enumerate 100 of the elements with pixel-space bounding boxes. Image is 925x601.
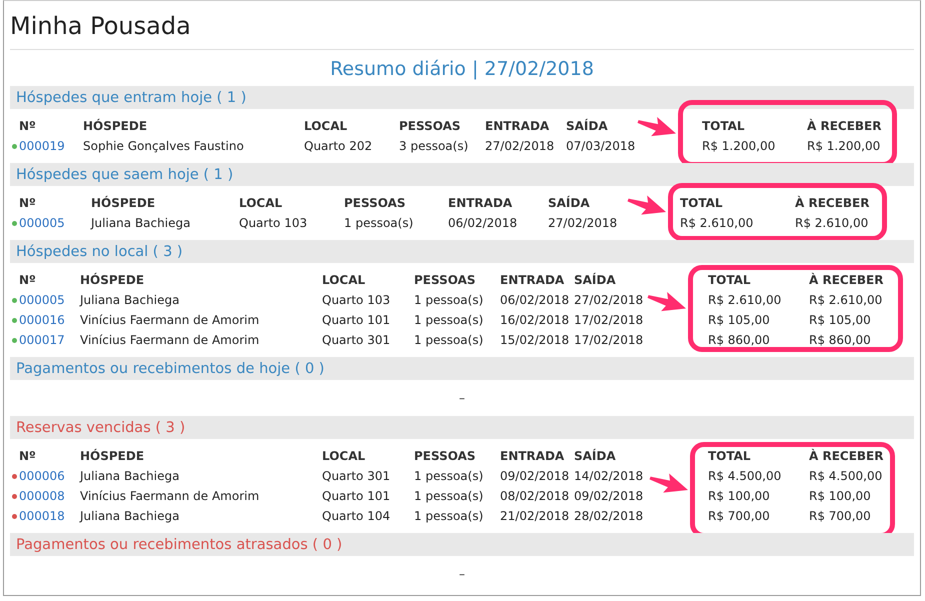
column-header: PESSOAS bbox=[414, 273, 476, 287]
section-title: Reservas vencidas ( 3 ) bbox=[16, 420, 186, 436]
table-cell: 1 pessoa(s) bbox=[414, 333, 484, 347]
column-header: ENTRADA bbox=[448, 196, 512, 210]
column-header: À RECEBER bbox=[809, 273, 884, 287]
arrow bbox=[628, 196, 666, 215]
column-header: TOTAL bbox=[708, 273, 751, 287]
summary-heading: Resumo diário | 27/02/2018 bbox=[329, 57, 595, 82]
column-header: TOTAL bbox=[702, 119, 745, 133]
booking-link[interactable]: 000016 bbox=[19, 310, 65, 330]
table-cell: Sophie Gonçalves Faustino bbox=[83, 139, 244, 153]
column-header: Nº bbox=[19, 449, 36, 463]
table-cell: Juliana Bachiega bbox=[91, 216, 190, 230]
column-header: LOCAL bbox=[322, 449, 366, 463]
column-header: PESSOAS bbox=[344, 196, 406, 210]
column-header: HÓSPEDE bbox=[91, 196, 156, 210]
column-header: ENTRADA bbox=[500, 273, 564, 287]
table-cell: 27/02/2018 bbox=[574, 293, 644, 307]
booking-link[interactable]: 000018 bbox=[19, 506, 65, 526]
booking-link[interactable]: 000005 bbox=[19, 213, 65, 233]
section-title: Hóspedes que entram hoje ( 1 ) bbox=[16, 90, 246, 106]
arrow bbox=[638, 117, 676, 136]
booking-link[interactable]: 000017 bbox=[19, 330, 65, 350]
booking-link[interactable]: 000008 bbox=[19, 486, 65, 506]
column-header: PESSOAS bbox=[399, 119, 461, 133]
column-header: LOCAL bbox=[304, 119, 348, 133]
table-cell: R$ 860,00 bbox=[708, 333, 770, 347]
column-header: ENTRADA bbox=[485, 119, 550, 133]
table-cell: 17/02/2018 bbox=[574, 333, 644, 347]
table-cell: R$ 1.200,00 bbox=[807, 139, 880, 153]
table-cell: 1 pessoa(s) bbox=[344, 216, 414, 230]
column-header: HÓSPEDE bbox=[83, 119, 148, 133]
table-cell: R$ 4.500,00 bbox=[809, 469, 882, 483]
table-cell: R$ 100,00 bbox=[809, 489, 871, 503]
table-cell: R$ 2.610,00 bbox=[680, 216, 754, 230]
table-cell: R$ 700,00 bbox=[809, 509, 871, 523]
column-header: SAÍDA bbox=[574, 273, 616, 287]
table-cell: 1 pessoa(s) bbox=[414, 489, 484, 503]
table-cell: 1 pessoa(s) bbox=[414, 313, 484, 327]
table-cell: Quarto 103 bbox=[322, 293, 390, 307]
table-cell: 3 pessoa(s) bbox=[399, 139, 468, 153]
table-cell: Quarto 101 bbox=[322, 489, 390, 503]
table-cell: Quarto 202 bbox=[304, 139, 372, 153]
table-cell: 08/02/2018 bbox=[500, 489, 570, 503]
column-header: HÓSPEDE bbox=[80, 273, 144, 287]
table-cell: 15/02/2018 bbox=[500, 333, 570, 347]
column-header: À RECEBER bbox=[795, 196, 870, 210]
table-cell: 28/02/2018 bbox=[574, 509, 644, 523]
page-title: Minha Pousada bbox=[10, 1, 914, 50]
table-cell: 1 pessoa(s) bbox=[414, 509, 484, 523]
section-title: Hóspedes no local ( 3 ) bbox=[16, 244, 183, 260]
section-title: Hóspedes que saem hoje ( 1 ) bbox=[16, 166, 234, 182]
section-title: Pagamentos ou recebimentos de hoje ( 0 ) bbox=[16, 360, 324, 376]
arrow bbox=[650, 474, 688, 493]
column-header: SAÍDA bbox=[574, 449, 616, 463]
table-cell: 27/02/2018 bbox=[485, 139, 554, 153]
table-cell: Vinícius Faermann de Amorim bbox=[80, 489, 260, 503]
column-header: Nº bbox=[19, 273, 36, 287]
table-cell: 1 pessoa(s) bbox=[414, 469, 484, 483]
column-header: Nº bbox=[19, 119, 36, 133]
empty-dash: – bbox=[459, 567, 465, 581]
table-cell: Juliana Bachiega bbox=[80, 469, 180, 483]
table-cell: Vinícius Faermann de Amorim bbox=[80, 313, 260, 327]
table-cell: R$ 2.610,00 bbox=[708, 293, 782, 307]
table-cell: R$ 2.610,00 bbox=[795, 216, 868, 230]
table-cell: Quarto 104 bbox=[322, 509, 390, 523]
table-cell: R$ 2.610,00 bbox=[809, 293, 882, 307]
column-header: Nº bbox=[19, 196, 36, 210]
table-cell: R$ 1.200,00 bbox=[702, 139, 776, 153]
table-cell: Quarto 103 bbox=[239, 216, 308, 230]
table-cell: 27/02/2018 bbox=[548, 216, 618, 230]
column-header: TOTAL bbox=[708, 449, 751, 463]
section-title: Pagamentos ou recebimentos atrasados ( 0 ) bbox=[16, 536, 342, 552]
booking-link[interactable]: 000019 bbox=[19, 136, 65, 156]
table-cell: Vinícius Faermann de Amorim bbox=[80, 333, 260, 347]
column-header: HÓSPEDE bbox=[80, 449, 144, 463]
table-cell: Juliana Bachiega bbox=[80, 293, 180, 307]
column-header: LOCAL bbox=[322, 273, 366, 287]
table-cell: Juliana Bachiega bbox=[80, 509, 180, 523]
table-cell: Quarto 301 bbox=[322, 469, 390, 483]
table-cell: 16/02/2018 bbox=[500, 313, 570, 327]
table-cell: R$ 105,00 bbox=[708, 313, 770, 327]
column-header: SAÍDA bbox=[548, 196, 590, 210]
table-cell: 17/02/2018 bbox=[574, 313, 644, 327]
booking-link[interactable]: 000005 bbox=[19, 290, 65, 310]
table-cell: R$ 105,00 bbox=[809, 313, 871, 327]
table-cell: Quarto 301 bbox=[322, 333, 390, 347]
table-cell: 06/02/2018 bbox=[500, 293, 570, 307]
column-header: PESSOAS bbox=[414, 449, 476, 463]
empty-dash: – bbox=[459, 391, 465, 405]
table-cell: R$ 4.500,00 bbox=[708, 469, 782, 483]
table-cell: 21/02/2018 bbox=[500, 509, 570, 523]
table-cell: 07/03/2018 bbox=[566, 139, 636, 153]
booking-link[interactable]: 000006 bbox=[19, 466, 65, 486]
table-cell: 09/02/2018 bbox=[574, 489, 644, 503]
table-cell: 1 pessoa(s) bbox=[414, 293, 484, 307]
column-header: À RECEBER bbox=[809, 449, 884, 463]
arrow bbox=[648, 292, 686, 312]
column-header: ENTRADA bbox=[500, 449, 564, 463]
column-header: SAÍDA bbox=[566, 119, 608, 133]
